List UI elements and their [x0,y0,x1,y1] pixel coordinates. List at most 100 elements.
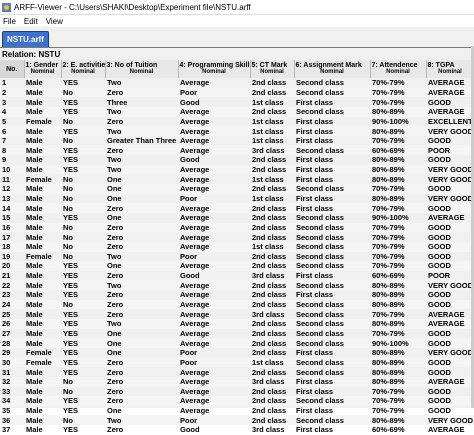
table-cell[interactable]: GOOD [426,367,474,377]
table-cell[interactable]: Second class [294,309,370,319]
column-header-5[interactable]: 5: CT Mark Nominal [250,60,295,78]
row-number-cell[interactable]: 20 [0,261,24,271]
table-cell[interactable]: Male [24,329,61,339]
table-cell[interactable]: One [105,213,178,223]
table-cell[interactable]: Male [24,145,61,156]
table-row[interactable]: 21 Male YES Zero Good 3rd class First class 60%… [0,271,474,281]
table-cell[interactable]: First class [294,387,370,397]
table-cell[interactable]: Second class [294,415,370,426]
table-cell[interactable]: One [105,348,178,358]
table-cell[interactable]: Second class [294,222,370,233]
table-cell[interactable]: Average [178,376,250,387]
table-row[interactable]: 6 Male YES Two Average 1st class First class 80… [0,126,474,136]
column-header-3[interactable]: 3: No of Tuition Nominal [105,60,179,78]
table-cell[interactable]: 70%-79% [370,87,426,98]
table-cell[interactable]: Male [24,184,61,194]
table-cell[interactable]: 2nd class [250,106,294,117]
table-cell[interactable]: POOR [426,271,474,281]
table-cell[interactable]: VERY GOOD [426,415,474,426]
table-cell[interactable]: 70%-79% [370,222,426,233]
table-cell[interactable]: 80%-89% [370,126,426,136]
table-cell[interactable]: Average [178,319,250,329]
table-cell[interactable]: Average [178,290,250,300]
table-cell[interactable]: AVERAGE [426,425,474,435]
row-number-cell[interactable]: 32 [0,376,24,387]
table-cell[interactable]: Zero [105,387,178,397]
table-cell[interactable]: Male [24,203,61,213]
table-cell[interactable]: Second class [294,280,370,291]
table-cell[interactable]: First class [294,290,370,300]
table-cell[interactable]: 2nd class [250,319,294,329]
table-cell[interactable]: GOOD [426,155,474,165]
table-cell[interactable]: AVERAGE [426,319,474,329]
table-cell[interactable]: YES [61,78,105,88]
table-cell[interactable]: One [105,329,178,339]
row-number-cell[interactable]: 22 [0,280,24,291]
table-row[interactable]: 29 Female YES One Poor 2nd class First class 80… [0,348,474,358]
table-cell[interactable]: First class [294,406,370,416]
table-cell[interactable]: Second class [294,357,370,368]
table-row[interactable]: 28 Male YES One Average 2nd class Second class… [0,338,474,348]
table-cell[interactable]: 70%-79% [370,78,426,88]
table-cell[interactable]: Average [178,78,250,88]
table-cell[interactable]: 2nd class [250,329,294,339]
table-cell[interactable]: 2nd class [250,203,294,213]
table-cell[interactable]: First class [294,194,370,204]
table-cell[interactable]: No [61,87,105,98]
table-cell[interactable]: GOOD [426,261,474,271]
table-cell[interactable]: YES [61,396,105,406]
table-cell[interactable]: Male [24,415,61,426]
row-number-cell[interactable]: 9 [0,155,24,165]
table-cell[interactable]: Average [178,338,250,348]
table-cell[interactable]: 2nd class [250,280,294,291]
table-cell[interactable]: Poor [178,415,250,426]
table-cell[interactable]: 80%-89% [370,290,426,300]
table-row[interactable]: 4 Male YES Two Average 2nd class Second class 8… [0,106,474,117]
table-cell[interactable]: 80%-89% [370,164,426,175]
table-cell[interactable]: Average [178,164,250,175]
table-row[interactable]: 3 Male YES Three Good 1st class First class 70%… [0,97,474,107]
table-cell[interactable]: GOOD [426,329,474,339]
table-cell[interactable]: GOOD [426,97,474,107]
row-number-cell[interactable]: 17 [0,232,24,242]
table-row[interactable]: 25 Male YES Zero Average 3rd class Second clas… [0,309,474,319]
table-row[interactable]: 13 Male No One Poor 1st class First class 80%-8… [0,194,474,204]
table-row[interactable]: 19 Female No Two Poor 2nd class Second class 70… [0,252,474,262]
table-cell[interactable]: Male [24,299,61,310]
table-row[interactable]: 23 Male YES Zero Average 2nd class First class… [0,290,474,300]
table-cell[interactable]: VERY GOOD [426,280,474,291]
table-cell[interactable]: Male [24,290,61,300]
column-header-2[interactable]: 2: E. activities Nominal [61,60,106,78]
table-cell[interactable]: Average [178,184,250,194]
table-cell[interactable]: 3rd class [250,376,294,387]
table-cell[interactable]: Second class [294,329,370,339]
table-cell[interactable]: 2nd class [250,222,294,233]
row-number-cell[interactable]: 5 [0,117,24,127]
table-cell[interactable]: Male [24,425,61,435]
table-cell[interactable]: 80%-89% [370,174,426,184]
table-cell[interactable]: Two [105,280,178,291]
table-cell[interactable]: 1st class [250,136,294,146]
table-cell[interactable]: Two [105,252,178,262]
row-number-cell[interactable]: 26 [0,319,24,329]
table-cell[interactable]: Two [105,415,178,426]
table-row[interactable]: 15 Male YES One Average 2nd class Second class… [0,213,474,223]
table-row[interactable]: 27 Male YES One Average 2nd class Second class… [0,329,474,339]
table-cell[interactable]: 2nd class [250,367,294,377]
table-cell[interactable]: 60%-69% [370,271,426,281]
table-cell[interactable]: Zero [105,145,178,156]
table-cell[interactable]: Zero [105,117,178,127]
table-cell[interactable]: Second class [294,184,370,194]
table-cell[interactable]: 3rd class [250,271,294,281]
table-cell[interactable]: 90%-100% [370,213,426,223]
table-cell[interactable]: Average [178,106,250,117]
table-cell[interactable]: Zero [105,367,178,377]
table-cell[interactable]: Average [178,174,250,184]
table-cell[interactable]: GOOD [426,232,474,242]
row-number-cell[interactable]: 21 [0,271,24,281]
table-cell[interactable]: Second class [294,252,370,262]
table-cell[interactable]: Poor [178,252,250,262]
table-cell[interactable]: Two [105,155,178,165]
table-cell[interactable]: Male [24,213,61,223]
table-row[interactable]: 5 Female No Zero Average 1st class First class… [0,117,474,127]
